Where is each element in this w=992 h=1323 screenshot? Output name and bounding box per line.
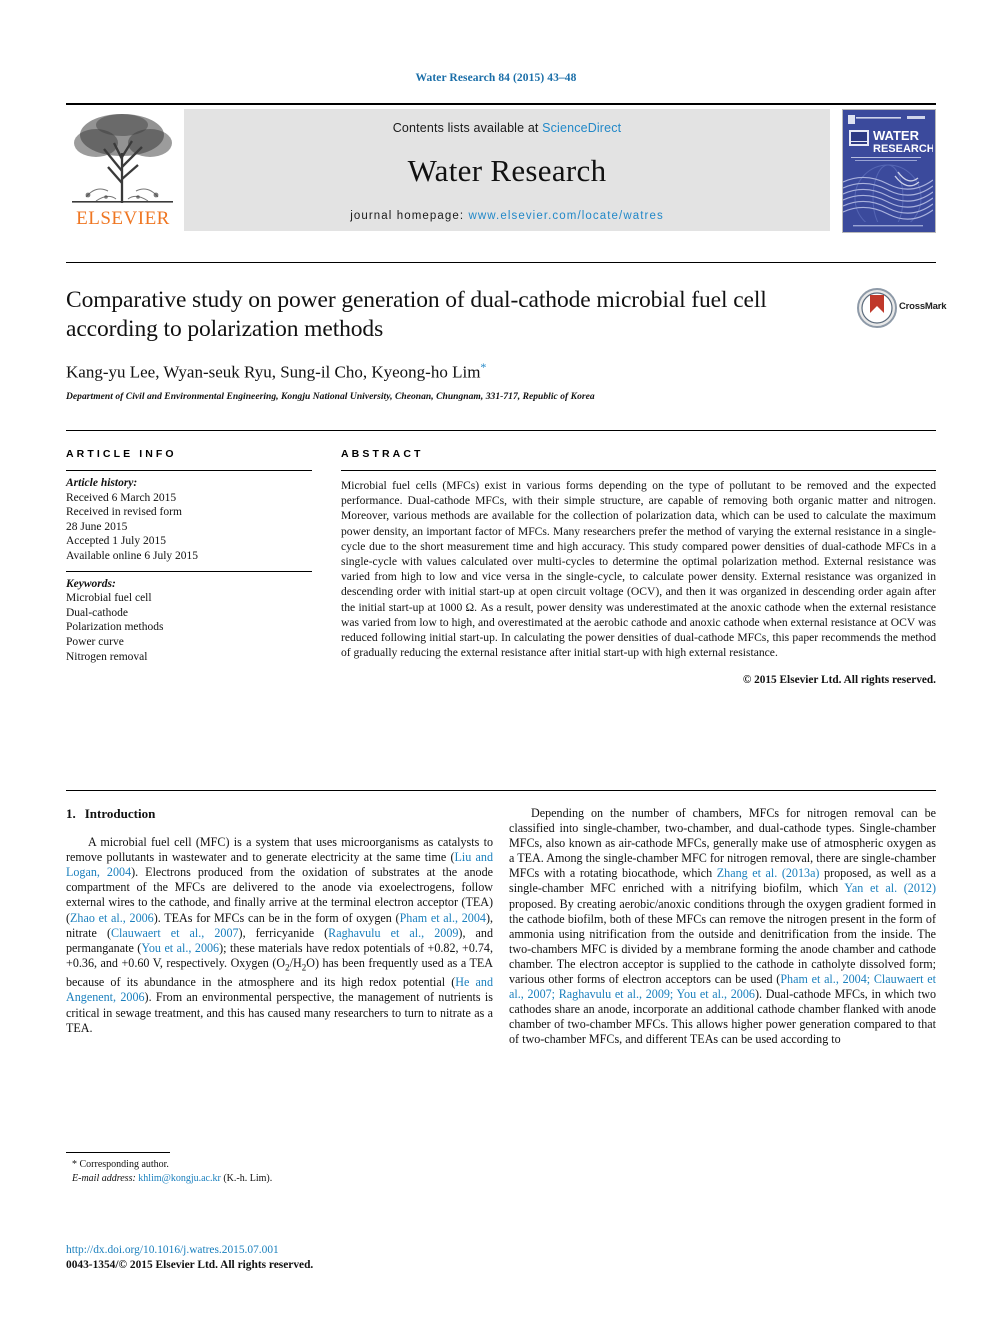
running-head: Water Research 84 (2015) 43–48 [415, 72, 577, 84]
page-footer: http://dx.doi.org/10.1016/j.watres.2015.… [66, 1243, 566, 1273]
history-item: 28 June 2015 [66, 520, 128, 533]
history-item: Received 6 March 2015 [66, 491, 177, 504]
journal-masthead: ELSEVIER Contents lists available at Sci… [66, 103, 936, 233]
keywords-label: Keywords: [66, 577, 116, 590]
elsevier-logo: ELSEVIER [66, 109, 179, 231]
body-column-left: 1. Introduction A microbial fuel cell (MF… [66, 806, 493, 1036]
doi-line: http://dx.doi.org/10.1016/j.watres.2015.… [66, 1243, 566, 1258]
citation-link[interactable]: Clauwaert et al., 2007 [111, 926, 239, 940]
section-number: 1. [66, 806, 76, 821]
article-history-label: Article history: [66, 477, 138, 489]
journal-homepage-line: journal homepage: www.elsevier.com/locat… [184, 210, 830, 222]
text-run: ), ferricyanide ( [238, 925, 329, 940]
title-separator-rule [66, 262, 936, 263]
section-title: Introduction [84, 806, 156, 821]
info-top-rule [66, 430, 936, 431]
page-title: Comparative study on power generation of… [66, 287, 767, 342]
body-column-right: Depending on the number of chambers, MFC… [509, 806, 936, 1048]
corresponding-author-note: * Corresponding author. [72, 1159, 169, 1170]
article-info-column: Article history: Received 6 March 2015 R… [66, 470, 312, 671]
article-page: Water Research 84 (2015) 43–48 ELSEVIER … [0, 0, 992, 1323]
issn-copyright-line: 0043-1354/© 2015 Elsevier Ltd. All right… [66, 1259, 314, 1271]
section-heading-introduction: 1. Introduction [66, 806, 493, 821]
svg-text:RESEARCH: RESEARCH [873, 143, 933, 155]
email-link[interactable]: khlim@kongju.ac.kr [138, 1173, 221, 1184]
journal-cover-art: WATER RESEARCH [843, 110, 935, 232]
svg-text:WATER: WATER [873, 128, 920, 143]
citation-link[interactable]: Raghavulu et al., 2009 [328, 926, 458, 940]
text-run: ). TEAs for MFCs can be in the form of o… [153, 910, 400, 925]
contents-prefix: Contents lists available at [392, 121, 539, 135]
corresponding-author-marker: * [480, 360, 487, 374]
email-note: E-mail address: khlim@kongju.ac.kr (K.-h… [66, 1172, 493, 1186]
article-info-heading: ARTICLE INFO [66, 448, 177, 460]
homepage-url-link[interactable]: www.elsevier.com/locate/watres [468, 210, 663, 222]
info-bottom-rule [66, 790, 936, 791]
paragraph-intro-left: A microbial fuel cell (MFC) is a system … [66, 835, 494, 1035]
author-names: Kang-yu Lee, Wyan-seuk Ryu, Sung-il Cho,… [66, 362, 481, 382]
journal-title: Water Research [407, 153, 607, 188]
history-item: Accepted 1 July 2015 [66, 535, 166, 548]
affiliation: Department of Civil and Environmental En… [66, 391, 595, 402]
masthead-top-rule [66, 103, 936, 105]
formula-subscript: 2 [285, 962, 290, 973]
crossmark-badge[interactable]: CrossMark [857, 288, 947, 330]
footnote-rule [66, 1152, 170, 1153]
keyword-item: Polarization methods [66, 621, 164, 634]
doi-link[interactable]: http://dx.doi.org/10.1016/j.watres.2015.… [66, 1244, 279, 1256]
email-owner: (K.-h. Lim). [223, 1172, 273, 1184]
article-history-group: Article history: Received 6 March 2015 R… [66, 471, 312, 571]
history-item: Available online 6 July 2015 [66, 549, 199, 562]
keyword-item: Power curve [66, 635, 124, 648]
citation-link[interactable]: Zhang et al. (2013a) [717, 866, 820, 880]
abstract-column: Microbial fuel cells (MFCs) exist in var… [341, 470, 936, 686]
journal-cover-thumbnail: WATER RESEARCH [842, 109, 936, 233]
keywords-group: Keywords: Microbial fuel cell Dual-catho… [66, 572, 312, 672]
keyword-item: Nitrogen removal [66, 650, 148, 663]
text-run: A microbial fuel cell (MFC) is a system … [66, 835, 493, 865]
abstract-copyright: © 2015 Elsevier Ltd. All rights reserved… [742, 674, 936, 687]
elsevier-wordmark: ELSEVIER [76, 208, 170, 229]
citation-link[interactable]: Zhao et al., 2006 [70, 911, 154, 925]
corresponding-author-footnote: * Corresponding author. E-mail address: … [66, 1152, 493, 1185]
citation-link[interactable]: Pham et al., 2004 [400, 911, 486, 925]
contents-available-line: Contents lists available at ScienceDirec… [184, 121, 830, 135]
crossmark-icon [857, 288, 897, 328]
sciencedirect-link[interactable]: ScienceDirect [542, 121, 621, 135]
email-label: E-mail address: [72, 1172, 136, 1184]
homepage-label: journal homepage: [350, 210, 465, 222]
keyword-item: Dual-cathode [66, 606, 128, 619]
paragraph-intro-right: Depending on the number of chambers, MFC… [509, 806, 936, 1048]
masthead-center-panel: Contents lists available at ScienceDirec… [184, 109, 830, 231]
abstract-text: Microbial fuel cells (MFCs) exist in var… [341, 479, 936, 660]
crossmark-label: CrossMark [899, 301, 947, 312]
citation-link[interactable]: You et al., 2006 [141, 941, 219, 955]
abstract-heading: ABSTRACT [341, 448, 424, 460]
title-block: Comparative study on power generation of… [66, 286, 856, 402]
elsevier-tree-icon [66, 109, 179, 213]
keyword-item: Microbial fuel cell [66, 592, 152, 605]
citation-link[interactable]: Yan et al. (2012) [844, 881, 936, 895]
author-list: Kang-yu Lee, Wyan-seuk Ryu, Sung-il Cho,… [66, 360, 856, 383]
history-item: Received in revised form [66, 506, 182, 519]
